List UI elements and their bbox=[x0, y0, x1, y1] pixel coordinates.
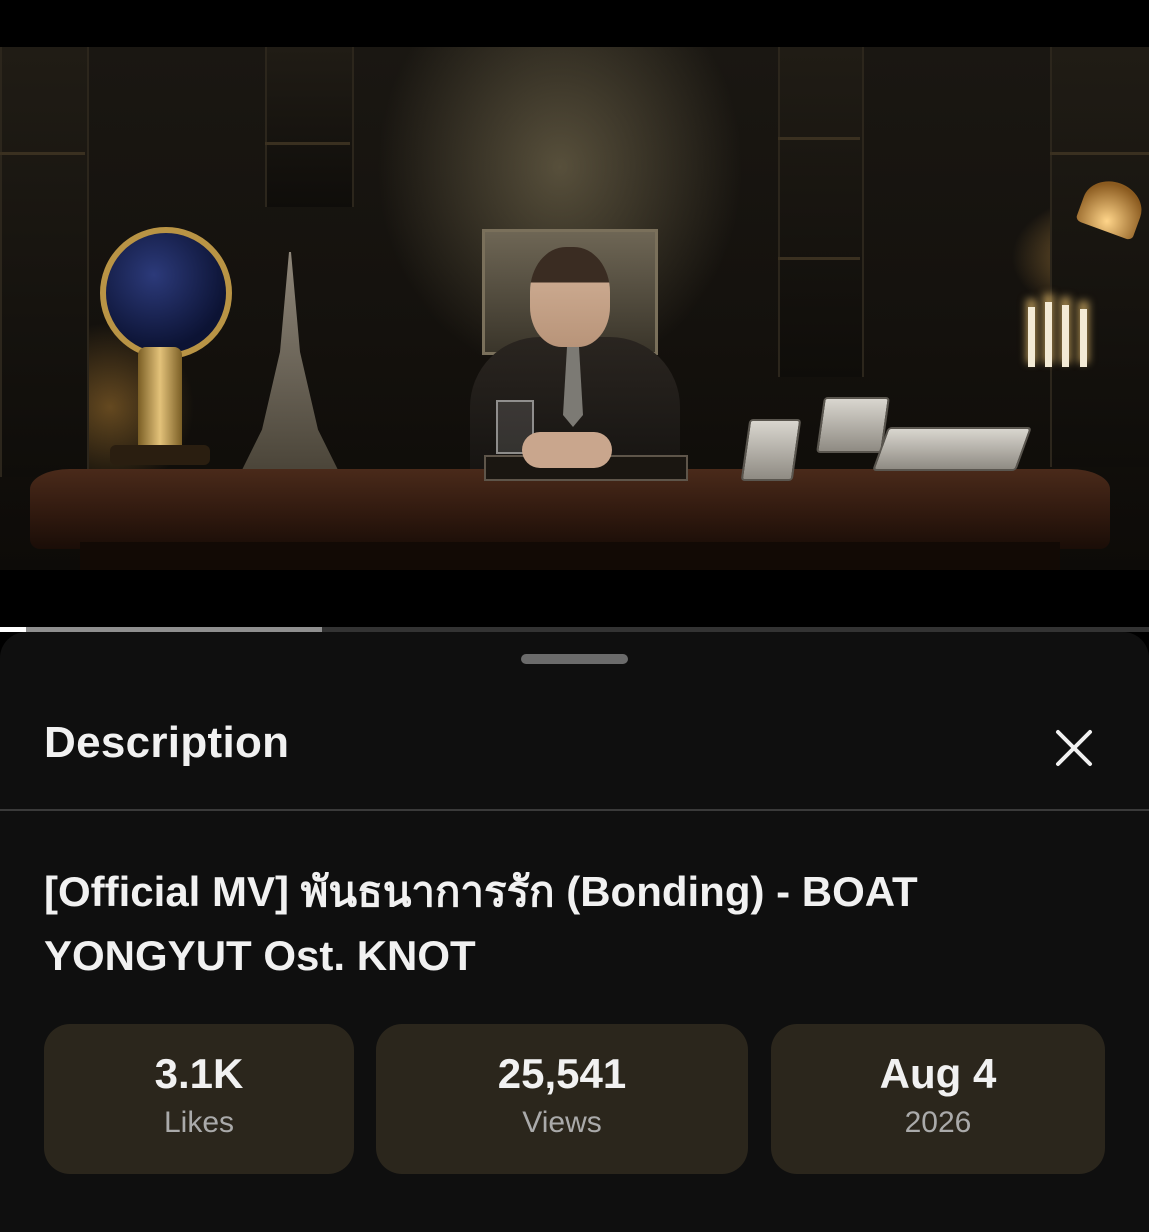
eiffel-tower-model bbox=[240, 252, 340, 474]
globe bbox=[100, 227, 232, 359]
shelf-board bbox=[778, 137, 860, 140]
date-card: Aug 4 2026 bbox=[771, 1024, 1105, 1174]
video-player[interactable] bbox=[0, 0, 1149, 632]
sheet-header: Description bbox=[0, 702, 1149, 810]
close-icon bbox=[1056, 730, 1092, 766]
date-year: 2026 bbox=[904, 1106, 972, 1139]
candle bbox=[1045, 302, 1052, 367]
video-frame[interactable] bbox=[0, 47, 1149, 570]
stats-row: 3.1K Likes 25,541 Views Aug 4 2026 bbox=[0, 1024, 1149, 1174]
shelf-board bbox=[778, 257, 860, 260]
binder bbox=[740, 419, 802, 481]
shelf-left bbox=[0, 47, 89, 477]
likes-label: Likes bbox=[163, 1106, 235, 1139]
candle bbox=[1062, 305, 1069, 367]
divider bbox=[0, 809, 1149, 811]
shelf-board bbox=[265, 142, 350, 145]
hands bbox=[522, 432, 612, 468]
binder-stack bbox=[871, 427, 1033, 471]
likes-value: 3.1K bbox=[154, 1050, 244, 1097]
views-label: Views bbox=[522, 1106, 602, 1139]
video-title: [Official MV] พันธนาการรัก (Bonding) - B… bbox=[44, 868, 918, 979]
sheet-title: Description bbox=[44, 718, 290, 767]
shelf-far-right bbox=[1050, 47, 1149, 467]
likes-card: 3.1K Likes bbox=[44, 1024, 354, 1174]
person-head bbox=[530, 247, 610, 347]
drag-handle[interactable] bbox=[521, 654, 628, 664]
shelf-board bbox=[1050, 152, 1149, 155]
candle bbox=[1080, 309, 1087, 367]
shelf-right bbox=[778, 47, 864, 377]
desk bbox=[30, 469, 1110, 549]
shelf-board bbox=[0, 152, 85, 155]
binder bbox=[816, 397, 890, 453]
candle bbox=[1028, 307, 1035, 367]
views-card: 25,541 Views bbox=[376, 1024, 748, 1174]
date-value: Aug 4 bbox=[879, 1050, 997, 1097]
globe-stand bbox=[138, 347, 182, 457]
description-sheet: Description [Official MV] พันธนาการรัก (… bbox=[0, 632, 1149, 1232]
views-value: 25,541 bbox=[497, 1050, 627, 1097]
shelf-books bbox=[265, 47, 354, 207]
close-button[interactable] bbox=[1046, 720, 1102, 776]
globe-base bbox=[110, 445, 210, 465]
desk-front bbox=[80, 542, 1060, 570]
